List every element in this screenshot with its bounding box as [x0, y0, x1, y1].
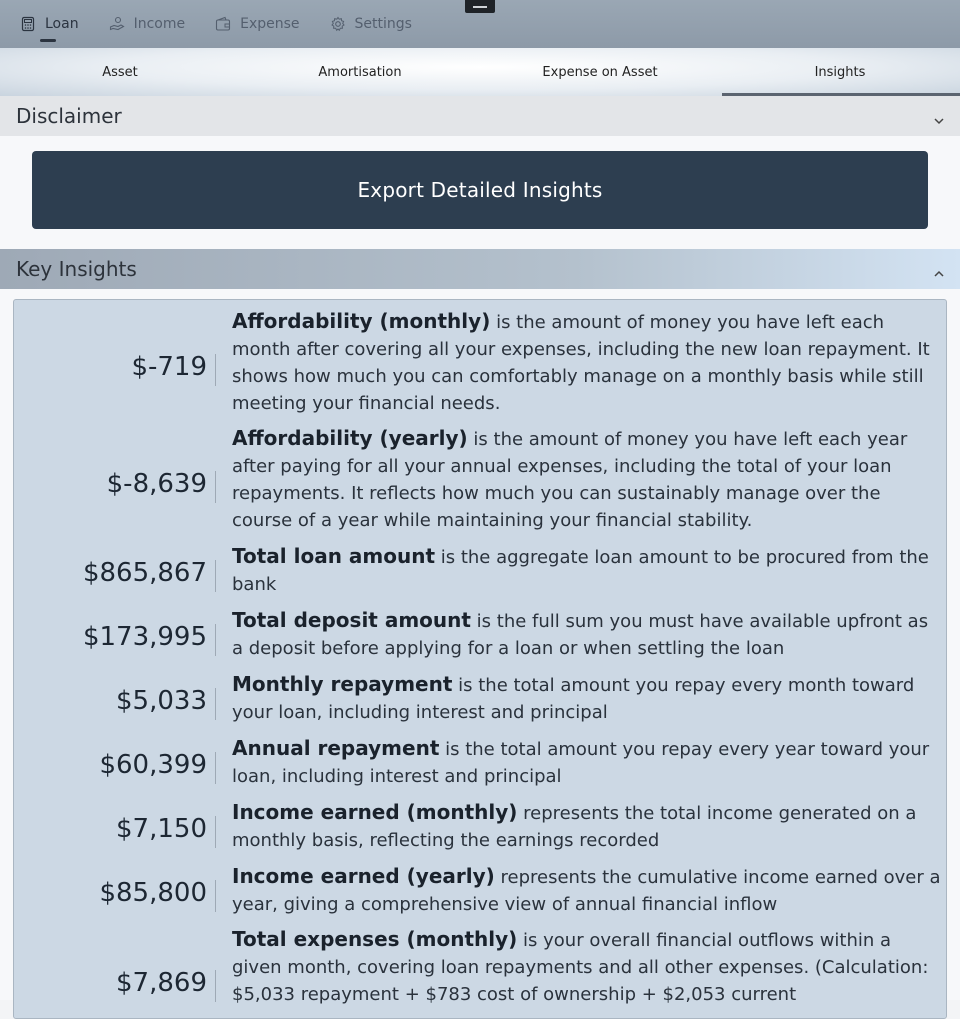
insight-value: $5,033	[116, 686, 207, 716]
top-bar: Loan Income Expense Settings	[0, 0, 960, 48]
top-nav: Loan Income Expense Settings	[20, 0, 412, 48]
insight-divider	[215, 688, 216, 720]
export-area: Export Detailed Insights	[0, 136, 960, 249]
insight-value: $85,800	[99, 878, 207, 908]
insight-term: Total loan amount	[232, 544, 436, 568]
insight-row: $173,995 Total deposit amount is the ful…	[14, 607, 946, 663]
topnav-item-income[interactable]: Income	[109, 0, 186, 48]
topnav-item-loan[interactable]: Loan	[20, 0, 79, 48]
insight-description: Annual repayment is the total amount you…	[232, 735, 944, 790]
gear-icon	[330, 16, 346, 32]
chevron-up-icon	[932, 262, 946, 277]
topnav-label-settings: Settings	[354, 16, 412, 32]
export-detailed-insights-button[interactable]: Export Detailed Insights	[32, 151, 928, 229]
key-insights-header[interactable]: Key Insights	[0, 249, 960, 289]
topnav-item-expense[interactable]: Expense	[215, 0, 300, 48]
insight-term: Affordability (monthly)	[232, 309, 491, 333]
insight-value: $-8,639	[106, 469, 207, 499]
insight-divider	[215, 354, 216, 386]
insight-row: $85,800 Income earned (yearly) represent…	[14, 863, 946, 919]
insight-description: Income earned (monthly) represents the t…	[232, 799, 944, 854]
topnav-label-expense: Expense	[240, 16, 300, 32]
subtab-bar: Asset Amortisation Expense on Asset Insi…	[0, 48, 960, 96]
insight-term: Income earned (yearly)	[232, 864, 495, 888]
insight-description: Total loan amount is the aggregate loan …	[232, 543, 944, 598]
insight-description: Income earned (yearly) represents the cu…	[232, 863, 944, 918]
insight-divider	[215, 880, 216, 912]
insight-value: $-719	[131, 352, 207, 382]
insight-row: $7,150 Income earned (monthly) represent…	[14, 799, 946, 855]
insight-row: $60,399 Annual repayment is the total am…	[14, 735, 946, 791]
topnav-item-settings[interactable]: Settings	[330, 0, 412, 48]
insight-term: Affordability (yearly)	[232, 426, 468, 450]
insight-term: Total expenses (monthly)	[232, 927, 518, 951]
insight-row: $5,033 Monthly repayment is the total am…	[14, 671, 946, 727]
insight-value: $7,869	[116, 968, 207, 998]
insight-row: $865,867 Total loan amount is the aggreg…	[14, 543, 946, 599]
insight-divider	[215, 471, 216, 503]
insight-row: $-719 Affordability (monthly) is the amo…	[14, 308, 946, 418]
topnav-label-income: Income	[133, 16, 186, 32]
topnav-label-loan: Loan	[45, 16, 79, 32]
insight-divider	[215, 560, 216, 592]
disclaimer-header[interactable]: Disclaimer	[0, 96, 960, 136]
insight-description: Total expenses (monthly) is your overall…	[232, 926, 944, 1008]
disclaimer-title: Disclaimer	[16, 104, 122, 128]
insight-term: Income earned (monthly)	[232, 800, 518, 824]
insight-value: $7,150	[116, 814, 207, 844]
chevron-down-icon	[932, 109, 946, 125]
key-insights-body: $-719 Affordability (monthly) is the amo…	[0, 289, 960, 1019]
insight-divider	[215, 970, 216, 1002]
tab-amortisation[interactable]: Amortisation	[240, 48, 480, 96]
tab-expense-on-asset[interactable]: Expense on Asset	[480, 48, 720, 96]
wallet-icon	[215, 16, 231, 32]
insight-term: Monthly repayment	[232, 672, 453, 696]
insight-term: Annual repayment	[232, 736, 440, 760]
insight-description: Affordability (yearly) is the amount of …	[232, 425, 944, 534]
tab-insights[interactable]: Insights	[720, 48, 960, 96]
insight-divider	[215, 816, 216, 848]
insight-row: $7,869 Total expenses (monthly) is your …	[14, 926, 946, 1018]
key-insights-title: Key Insights	[16, 257, 137, 281]
insights-card: $-719 Affordability (monthly) is the amo…	[13, 299, 947, 1019]
insight-description: Monthly repayment is the total amount yo…	[232, 671, 944, 726]
insight-row: $-8,639 Affordability (yearly) is the am…	[14, 425, 946, 535]
calculator-icon	[20, 16, 36, 32]
insight-term: Total deposit amount	[232, 608, 471, 632]
insight-divider	[215, 752, 216, 784]
window-drag-handle[interactable]	[465, 0, 495, 13]
insight-value: $865,867	[82, 558, 207, 588]
tab-asset[interactable]: Asset	[0, 48, 240, 96]
active-indicator	[40, 39, 56, 42]
insight-description: Total deposit amount is the full sum you…	[232, 607, 944, 662]
hand-coin-icon	[109, 16, 125, 32]
insight-description: Affordability (monthly) is the amount of…	[232, 308, 944, 417]
insight-divider	[215, 624, 216, 656]
insight-value: $60,399	[99, 750, 207, 780]
insight-value: $173,995	[82, 622, 207, 652]
